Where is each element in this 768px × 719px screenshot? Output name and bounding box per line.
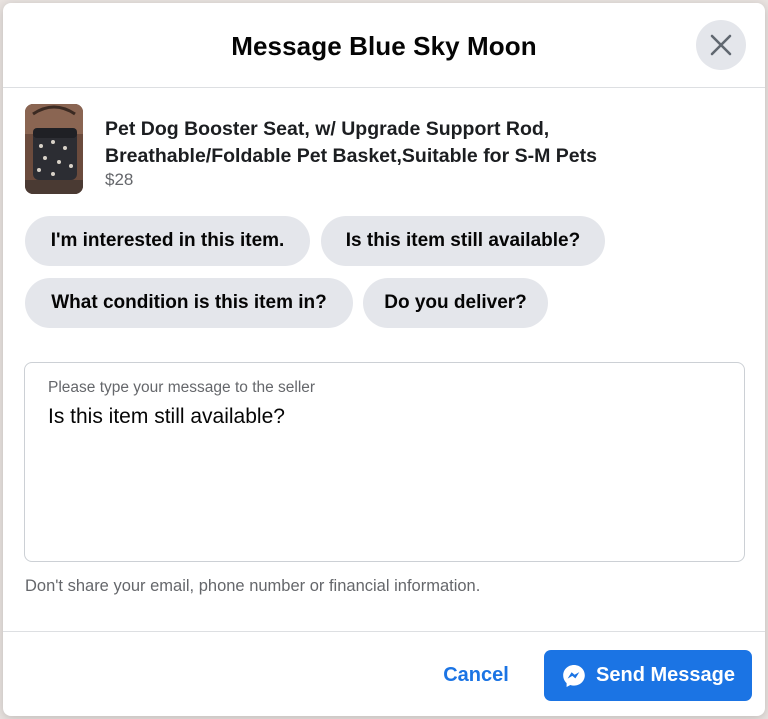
quick-reply-interested[interactable]: I'm interested in this item. bbox=[25, 216, 310, 266]
quick-reply-deliver[interactable]: Do you deliver? bbox=[363, 278, 548, 328]
send-message-button[interactable]: Send Message bbox=[544, 650, 752, 701]
message-seller-dialog: Message Blue Sky Moon Pet Dog Booster Se… bbox=[3, 3, 765, 716]
listing-photo bbox=[25, 104, 83, 194]
message-input[interactable]: Please type your message to the seller I… bbox=[24, 362, 745, 562]
messenger-icon bbox=[561, 663, 587, 689]
message-input-value[interactable]: Is this item still available? bbox=[48, 405, 285, 429]
send-message-label: Send Message bbox=[596, 664, 735, 686]
dialog-header: Message Blue Sky Moon bbox=[3, 3, 765, 88]
privacy-disclaimer: Don't share your email, phone number or … bbox=[25, 577, 481, 595]
quick-reply-condition[interactable]: What condition is this item in? bbox=[25, 278, 353, 328]
quick-reply-available[interactable]: Is this item still available? bbox=[321, 216, 605, 266]
listing-title-line-2: Breathable/Foldable Pet Basket,Suitable … bbox=[105, 145, 597, 167]
message-input-label: Please type your message to the seller bbox=[48, 379, 316, 396]
footer-divider bbox=[3, 631, 765, 632]
close-icon bbox=[710, 34, 732, 56]
listing-thumbnail[interactable] bbox=[25, 104, 83, 194]
close-button[interactable] bbox=[696, 20, 746, 70]
listing-price: $28 bbox=[105, 170, 134, 189]
listing-title-line-1: Pet Dog Booster Seat, w/ Upgrade Support… bbox=[105, 118, 550, 140]
listing-title[interactable]: Pet Dog Booster Seat, w/ Upgrade Support… bbox=[105, 116, 725, 170]
dialog-title: Message Blue Sky Moon bbox=[231, 31, 537, 61]
cancel-button[interactable]: Cancel bbox=[423, 650, 529, 700]
